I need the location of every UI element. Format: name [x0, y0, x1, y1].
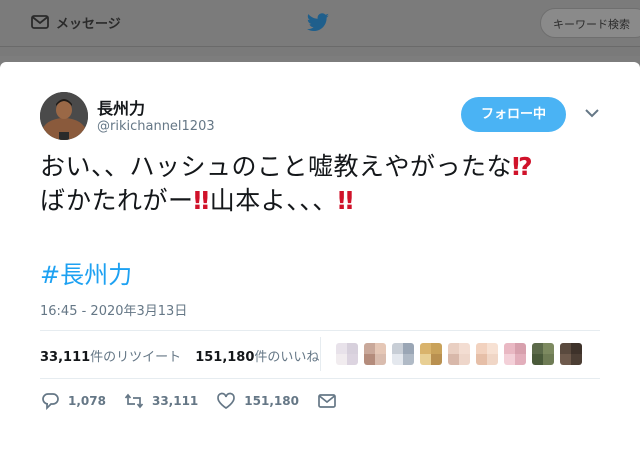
author-handle[interactable]: @rikichannel1203: [97, 119, 215, 134]
reply-icon: [42, 393, 59, 410]
overlay-band: [0, 46, 640, 56]
top-navigation-bar: メッセージ キーワード検索: [0, 0, 640, 46]
tweet-text-segment: おい、、ハッシュのこと嘘教えやがったな: [40, 152, 513, 181]
retweet-stat[interactable]: 33,111件のリツイート: [40, 346, 181, 365]
nav-messages[interactable]: メッセージ: [30, 12, 121, 32]
like-stat-label: 件のいいね: [254, 350, 320, 365]
stats-separator: [320, 337, 321, 371]
retweet-count: 33,111: [151, 394, 199, 408]
like-stat-count: 151,180: [195, 350, 255, 365]
double-exclamation-emoji: ‼: [193, 186, 210, 215]
avatar[interactable]: [40, 92, 88, 140]
tweet-text-segment: ばかたれがー: [40, 186, 194, 215]
like-stat[interactable]: 151,180件のいいね: [195, 346, 319, 365]
engagement-stats: 33,111件のリツイート 151,180件のいいね: [40, 346, 319, 365]
twitter-bird-icon[interactable]: [306, 13, 330, 33]
heart-icon: [217, 392, 236, 410]
timestamp[interactable]: 16:45 - 2020年3月13日: [40, 300, 187, 319]
liker-avatar[interactable]: [476, 343, 498, 365]
like-button[interactable]: 151,180: [216, 392, 299, 410]
tweet-text: おい、、ハッシュのこと嘘教えやがったな⁉ ばかたれがー‼山本よ、、、‼: [40, 150, 620, 218]
tweet-actions: 1,078 33,111 151,180: [40, 392, 355, 410]
liker-avatar[interactable]: [420, 343, 442, 365]
liker-avatar[interactable]: [532, 343, 554, 365]
reply-button[interactable]: 1,078: [40, 392, 106, 410]
divider: [40, 378, 600, 379]
tweet-text-line-2: ばかたれがー‼山本よ、、、‼: [40, 184, 620, 218]
author-name[interactable]: 長州力: [97, 95, 145, 119]
retweet-stat-count: 33,111: [40, 350, 91, 365]
tweet-text-segment: 山本よ、、、: [209, 186, 338, 215]
following-button[interactable]: フォロー中: [461, 97, 566, 132]
exclamation-question-emoji: ⁉: [512, 152, 534, 181]
double-exclamation-emoji: ‼: [337, 186, 354, 215]
liker-avatar[interactable]: [448, 343, 470, 365]
liker-avatar[interactable]: [364, 343, 386, 365]
like-count: 151,180: [244, 394, 299, 408]
hashtag-link[interactable]: #長州力: [40, 255, 132, 290]
liker-avatar[interactable]: [504, 343, 526, 365]
nav-messages-label: メッセージ: [56, 16, 121, 32]
retweet-icon: [124, 393, 144, 409]
reply-count: 1,078: [68, 394, 106, 408]
liker-avatar[interactable]: [560, 343, 582, 365]
envelope-icon: [31, 15, 49, 29]
retweet-stat-label: 件のリツイート: [90, 350, 182, 365]
liker-avatars: [336, 343, 582, 365]
search-input[interactable]: キーワード検索: [540, 8, 640, 38]
search-placeholder: キーワード検索: [553, 18, 630, 31]
envelope-icon: [318, 394, 336, 408]
direct-message-button[interactable]: [317, 392, 337, 410]
avatar-image: [40, 92, 88, 140]
tweet-card: 長州力 @rikichannel1203 フォロー中 おい、、ハッシュのこと嘘教…: [0, 62, 640, 451]
liker-avatar[interactable]: [392, 343, 414, 365]
chevron-down-icon[interactable]: [583, 106, 601, 120]
divider: [40, 330, 600, 331]
liker-avatar[interactable]: [336, 343, 358, 365]
tweet-text-line-1: おい、、ハッシュのこと嘘教えやがったな⁉: [40, 150, 620, 184]
retweet-button[interactable]: 33,111: [124, 392, 198, 410]
